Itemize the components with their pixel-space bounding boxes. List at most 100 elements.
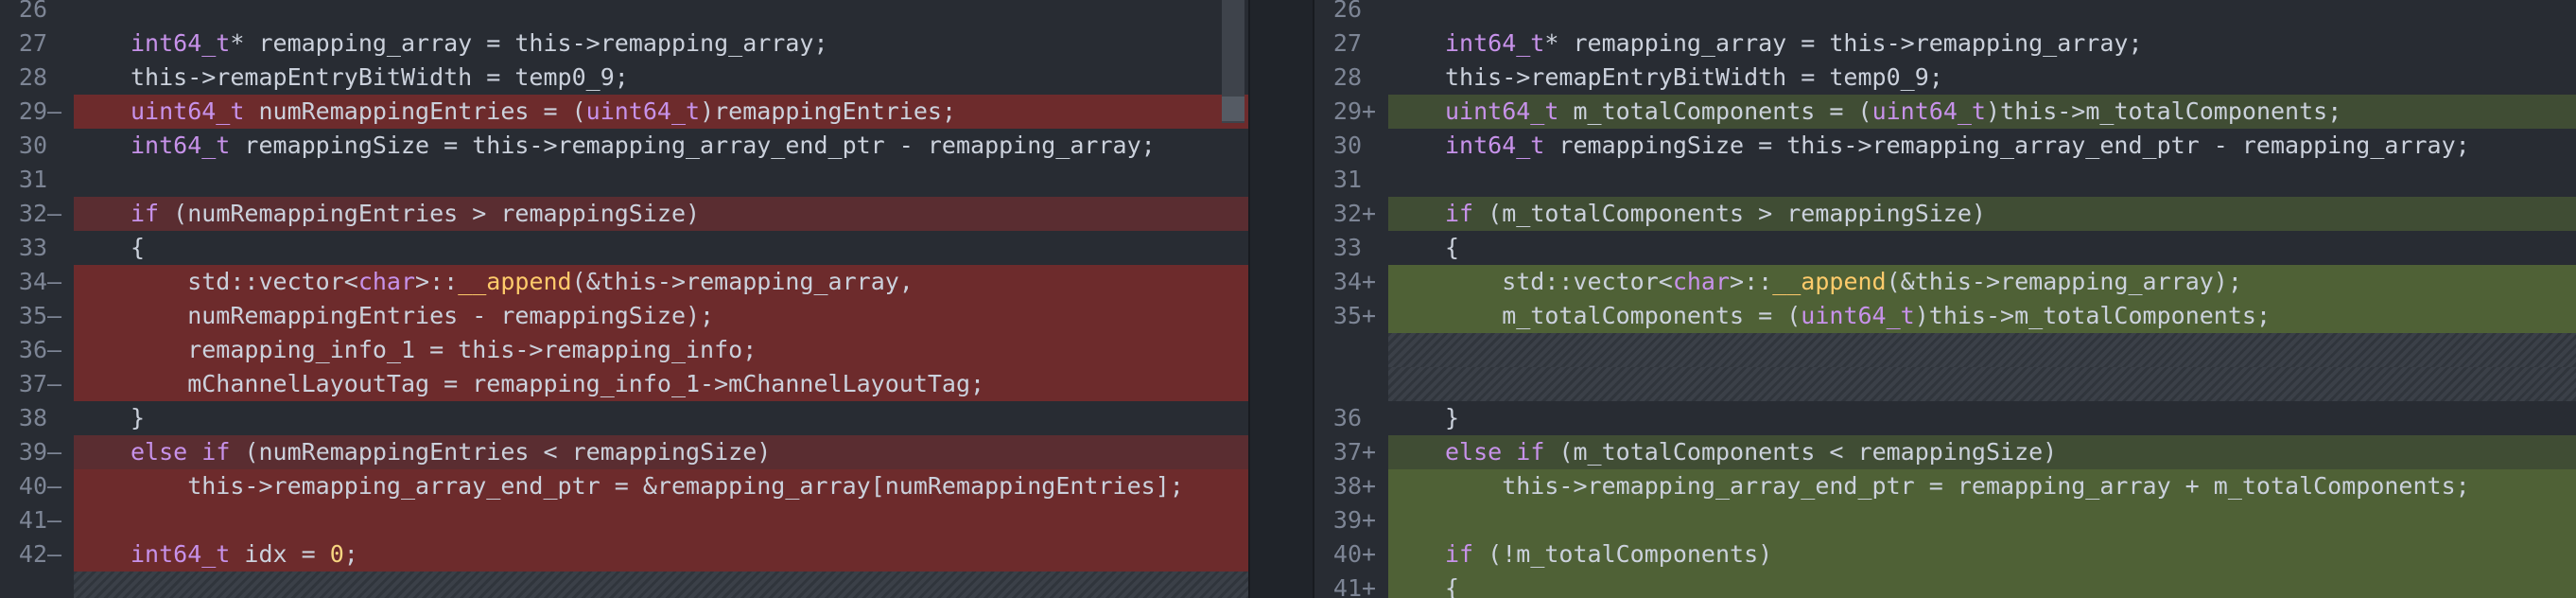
code-text: int64_t* remapping_array = this->remappi… <box>1445 29 2143 57</box>
code-text: std::vector<char>::__append(&this->remap… <box>74 265 1248 299</box>
right-line[interactable]: 35 + m_totalComponents = (uint64_t)this->… <box>1314 299 2576 333</box>
pane-divider[interactable] <box>1248 0 1314 598</box>
code-text: { <box>1388 572 2576 598</box>
right-line[interactable] <box>1314 333 2576 367</box>
left-line[interactable]: 28 this->remapEntryBitWidth = temp0_9; <box>0 61 1248 95</box>
change-marker: — <box>47 268 62 295</box>
right-line[interactable]: 41 + { <box>1314 572 2576 598</box>
line-number: 39 <box>18 438 47 466</box>
line-number: 34 <box>1332 268 1362 295</box>
change-marker: — <box>47 200 62 227</box>
right-line[interactable]: 37 + else if (m_totalComponents < remappin… <box>1314 435 2576 469</box>
right-line[interactable]: 39 + <box>1314 503 2576 537</box>
code-text <box>1388 503 2576 537</box>
left-line[interactable] <box>0 572 1248 598</box>
left-line[interactable]: 33 { <box>0 231 1248 265</box>
change-marker: — <box>47 336 62 363</box>
left-line[interactable]: 36— remapping_info_1 = this->remapping_i… <box>0 333 1248 367</box>
right-line[interactable] <box>1314 367 2576 401</box>
left-line[interactable]: 32— if (numRemappingEntries > remappingSi… <box>0 197 1248 231</box>
left-line[interactable]: 26 <box>0 0 1248 26</box>
line-number: 34 <box>18 268 47 295</box>
left-line[interactable]: 27 int64_t* remapping_array = this->remap… <box>0 26 1248 61</box>
code-text: { <box>131 234 146 261</box>
right-line[interactable]: 40 + if (!m_totalComponents) <box>1314 537 2576 572</box>
left-line[interactable]: 38} <box>0 401 1248 435</box>
right-line[interactable]: 33 { <box>1314 231 2576 265</box>
line-number: 38 <box>18 404 47 431</box>
line-number: 31 <box>18 166 47 193</box>
code-text: if (m_totalComponents > remappingSize) <box>1388 197 2576 231</box>
right-diff-pane[interactable]: 26 27 int64_t* remapping_array = this->rem… <box>1314 0 2576 598</box>
code-text: } <box>1445 404 1460 431</box>
right-line[interactable]: 26 <box>1314 0 2576 26</box>
left-line[interactable]: 37— mChannelLayoutTag = remapping_info_1… <box>0 367 1248 401</box>
left-line[interactable]: 29— uint64_t numRemappingEntries = (uint6… <box>0 95 1248 129</box>
line-number: 35 <box>18 302 47 329</box>
left-line[interactable]: 34— std::vector<char>::__append(&this->r… <box>0 265 1248 299</box>
change-marker: + <box>1362 97 1377 125</box>
code-text: numRemappingEntries - remappingSize); <box>74 299 1248 333</box>
line-number: 41 <box>18 506 47 534</box>
line-number: 26 <box>1332 0 1362 23</box>
right-line[interactable]: 38 + this->remapping_array_end_ptr = rema… <box>1314 469 2576 503</box>
line-number: 27 <box>18 29 47 57</box>
code-text: else if (numRemappingEntries < remapping… <box>74 435 1248 469</box>
code-text: this->remapEntryBitWidth = temp0_9; <box>131 63 629 91</box>
line-number: 31 <box>1332 166 1362 193</box>
code-text: if (numRemappingEntries > remappingSize) <box>74 197 1248 231</box>
change-marker: — <box>47 97 62 125</box>
left-line[interactable]: 41— <box>0 503 1248 537</box>
change-marker: + <box>1362 472 1377 500</box>
code-text: { <box>1445 234 1460 261</box>
right-line[interactable]: 30 int64_t remappingSize = this->remappin… <box>1314 129 2576 163</box>
line-number: 37 <box>18 370 47 397</box>
line-number: 40 <box>18 472 47 500</box>
left-line[interactable]: 30 int64_t remappingSize = this->remappin… <box>0 129 1248 163</box>
code-text <box>1388 367 2576 401</box>
left-line[interactable]: 40— this->remapping_array_end_ptr = &rem… <box>0 469 1248 503</box>
change-marker: — <box>47 506 62 534</box>
line-number: 30 <box>18 132 47 159</box>
code-text <box>1388 333 2576 367</box>
change-marker: + <box>1362 268 1377 295</box>
right-line[interactable]: 34 + std::vector<char>::__append(&this->r… <box>1314 265 2576 299</box>
left-line[interactable]: 42— int64_t idx = 0; <box>0 537 1248 572</box>
left-line[interactable]: 31 <box>0 163 1248 197</box>
right-line[interactable]: 32 + if (m_totalComponents > remappingSize… <box>1314 197 2576 231</box>
change-marker: + <box>1362 438 1377 466</box>
right-line[interactable]: 31 <box>1314 163 2576 197</box>
code-text: this->remapping_array_end_ptr = &remappi… <box>74 469 1248 503</box>
code-text: remapping_info_1 = this->remapping_info; <box>74 333 1248 367</box>
code-text: int64_t idx = 0; <box>74 537 1248 572</box>
line-number: 33 <box>18 234 47 261</box>
line-number: 37 <box>1332 438 1362 466</box>
line-number: 40 <box>1332 540 1362 568</box>
code-text: } <box>131 404 146 431</box>
code-text: uint64_t m_totalComponents = (uint64_t)t… <box>1388 95 2576 129</box>
change-marker: + <box>1362 540 1377 568</box>
left-line[interactable]: 35— numRemappingEntries - remappingSize)… <box>0 299 1248 333</box>
right-lines: 26 27 int64_t* remapping_array = this->rem… <box>1314 0 2576 598</box>
right-line[interactable]: 28 this->remapEntryBitWidth = temp0_9; <box>1314 61 2576 95</box>
left-line[interactable]: 39— else if (numRemappingEntries < remapp… <box>0 435 1248 469</box>
line-number: 41 <box>1332 574 1362 598</box>
line-number: 36 <box>18 336 47 363</box>
right-line[interactable]: 27 int64_t* remapping_array = this->remap… <box>1314 26 2576 61</box>
left-lines: 26 27 int64_t* remapping_array = this->rem… <box>0 0 1248 598</box>
line-number: 28 <box>1332 63 1362 91</box>
right-line[interactable]: 36} <box>1314 401 2576 435</box>
left-diff-pane[interactable]: 26 27 int64_t* remapping_array = this->rem… <box>0 0 1248 598</box>
code-text: std::vector<char>::__append(&this->remap… <box>1388 265 2576 299</box>
change-marker: — <box>47 302 62 329</box>
right-line[interactable]: 29 + uint64_t m_totalComponents = (uint64_… <box>1314 95 2576 129</box>
code-text: mChannelLayoutTag = remapping_info_1->mC… <box>74 367 1248 401</box>
left-scrollbar-thumb[interactable] <box>1222 97 1244 121</box>
line-number: 39 <box>1332 506 1362 534</box>
code-text: uint64_t numRemappingEntries = (uint64_t… <box>74 95 1248 129</box>
line-number: 26 <box>18 0 47 23</box>
